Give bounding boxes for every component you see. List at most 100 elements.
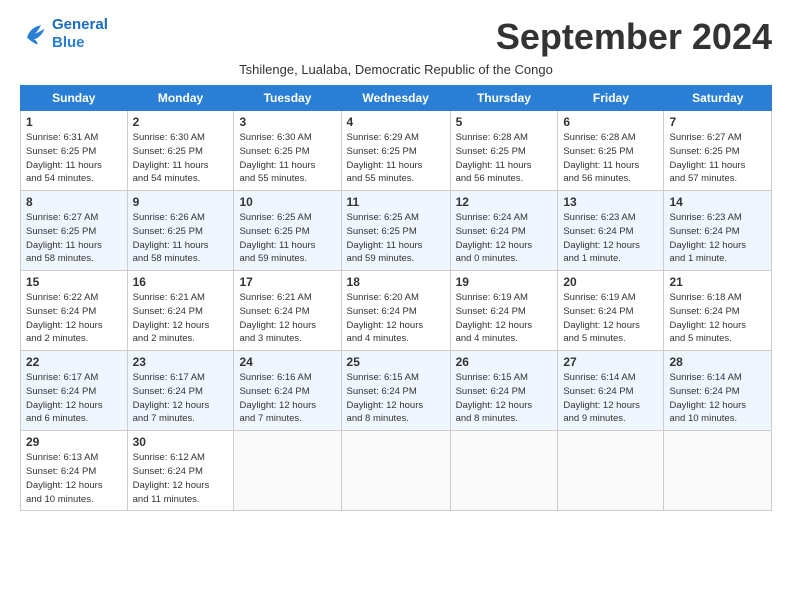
day-info: Sunrise: 6:28 AM Sunset: 6:25 PM Dayligh… <box>456 131 553 186</box>
calendar-cell: 19 Sunrise: 6:19 AM Sunset: 6:24 PM Dayli… <box>450 271 558 351</box>
day-number: 29 <box>26 435 122 449</box>
day-info: Sunrise: 6:27 AM Sunset: 6:25 PM Dayligh… <box>26 211 122 266</box>
calendar-cell: 20 Sunrise: 6:19 AM Sunset: 6:24 PM Dayli… <box>558 271 664 351</box>
calendar-cell: 23 Sunrise: 6:17 AM Sunset: 6:24 PM Dayli… <box>127 351 234 431</box>
calendar-cell: 6 Sunrise: 6:28 AM Sunset: 6:25 PM Daylig… <box>558 111 664 191</box>
calendar-cell: 11 Sunrise: 6:25 AM Sunset: 6:25 PM Dayli… <box>341 191 450 271</box>
day-info: Sunrise: 6:17 AM Sunset: 6:24 PM Dayligh… <box>26 371 122 426</box>
calendar-cell: 12 Sunrise: 6:24 AM Sunset: 6:24 PM Dayli… <box>450 191 558 271</box>
day-info: Sunrise: 6:20 AM Sunset: 6:24 PM Dayligh… <box>347 291 445 346</box>
calendar-cell: 8 Sunrise: 6:27 AM Sunset: 6:25 PM Daylig… <box>21 191 128 271</box>
day-info: Sunrise: 6:16 AM Sunset: 6:24 PM Dayligh… <box>239 371 335 426</box>
calendar-week-row: 15 Sunrise: 6:22 AM Sunset: 6:24 PM Dayli… <box>21 271 772 351</box>
day-number: 19 <box>456 275 553 289</box>
calendar-cell: 29 Sunrise: 6:13 AM Sunset: 6:24 PM Dayli… <box>21 431 128 511</box>
calendar-cell: 17 Sunrise: 6:21 AM Sunset: 6:24 PM Dayli… <box>234 271 341 351</box>
calendar-header-row: SundayMondayTuesdayWednesdayThursdayFrid… <box>21 86 772 111</box>
calendar-cell <box>558 431 664 511</box>
day-number: 20 <box>563 275 658 289</box>
day-number: 11 <box>347 195 445 209</box>
day-info: Sunrise: 6:23 AM Sunset: 6:24 PM Dayligh… <box>669 211 766 266</box>
day-number: 5 <box>456 115 553 129</box>
calendar-header-monday: Monday <box>127 86 234 111</box>
calendar-week-row: 29 Sunrise: 6:13 AM Sunset: 6:24 PM Dayli… <box>21 431 772 511</box>
month-title: September 2024 <box>496 16 772 58</box>
day-number: 8 <box>26 195 122 209</box>
day-number: 15 <box>26 275 122 289</box>
location-subtitle: Tshilenge, Lualaba, Democratic Republic … <box>20 62 772 77</box>
day-info: Sunrise: 6:28 AM Sunset: 6:25 PM Dayligh… <box>563 131 658 186</box>
calendar-cell: 22 Sunrise: 6:17 AM Sunset: 6:24 PM Dayli… <box>21 351 128 431</box>
calendar-week-row: 22 Sunrise: 6:17 AM Sunset: 6:24 PM Dayli… <box>21 351 772 431</box>
logo-bird-icon <box>20 20 48 48</box>
calendar-cell: 30Sunrise: 6:12 AM Sunset: 6:24 PM Dayli… <box>127 431 234 511</box>
calendar-table: SundayMondayTuesdayWednesdayThursdayFrid… <box>20 85 772 511</box>
day-number: 27 <box>563 355 658 369</box>
day-info: Sunrise: 6:23 AM Sunset: 6:24 PM Dayligh… <box>563 211 658 266</box>
calendar-week-row: 1Sunrise: 6:31 AM Sunset: 6:25 PM Daylig… <box>21 111 772 191</box>
day-info: Sunrise: 6:13 AM Sunset: 6:24 PM Dayligh… <box>26 451 122 506</box>
calendar-cell: 26 Sunrise: 6:15 AM Sunset: 6:24 PM Dayli… <box>450 351 558 431</box>
calendar-header-sunday: Sunday <box>21 86 128 111</box>
logo: General Blue <box>20 16 108 52</box>
day-info: Sunrise: 6:22 AM Sunset: 6:24 PM Dayligh… <box>26 291 122 346</box>
day-info: Sunrise: 6:29 AM Sunset: 6:25 PM Dayligh… <box>347 131 445 186</box>
day-number: 22 <box>26 355 122 369</box>
calendar-cell: 25 Sunrise: 6:15 AM Sunset: 6:24 PM Dayli… <box>341 351 450 431</box>
day-info: Sunrise: 6:30 AM Sunset: 6:25 PM Dayligh… <box>239 131 335 186</box>
calendar-header-saturday: Saturday <box>664 86 772 111</box>
calendar-cell: 3 Sunrise: 6:30 AM Sunset: 6:25 PM Daylig… <box>234 111 341 191</box>
day-info: Sunrise: 6:25 AM Sunset: 6:25 PM Dayligh… <box>239 211 335 266</box>
calendar-header-friday: Friday <box>558 86 664 111</box>
day-number: 6 <box>563 115 658 129</box>
calendar-cell <box>664 431 772 511</box>
day-info: Sunrise: 6:15 AM Sunset: 6:24 PM Dayligh… <box>347 371 445 426</box>
day-number: 21 <box>669 275 766 289</box>
day-info: Sunrise: 6:19 AM Sunset: 6:24 PM Dayligh… <box>563 291 658 346</box>
calendar-cell: 5 Sunrise: 6:28 AM Sunset: 6:25 PM Daylig… <box>450 111 558 191</box>
calendar-cell: 2Sunrise: 6:30 AM Sunset: 6:25 PM Daylig… <box>127 111 234 191</box>
calendar-week-row: 8 Sunrise: 6:27 AM Sunset: 6:25 PM Daylig… <box>21 191 772 271</box>
calendar-cell: 7Sunrise: 6:27 AM Sunset: 6:25 PM Daylig… <box>664 111 772 191</box>
day-number: 17 <box>239 275 335 289</box>
calendar-cell <box>450 431 558 511</box>
calendar-cell <box>341 431 450 511</box>
calendar-cell: 18Sunrise: 6:20 AM Sunset: 6:24 PM Dayli… <box>341 271 450 351</box>
day-info: Sunrise: 6:18 AM Sunset: 6:24 PM Dayligh… <box>669 291 766 346</box>
day-info: Sunrise: 6:17 AM Sunset: 6:24 PM Dayligh… <box>133 371 229 426</box>
day-number: 12 <box>456 195 553 209</box>
day-info: Sunrise: 6:21 AM Sunset: 6:24 PM Dayligh… <box>239 291 335 346</box>
calendar-cell: 14 Sunrise: 6:23 AM Sunset: 6:24 PM Dayli… <box>664 191 772 271</box>
calendar-header-wednesday: Wednesday <box>341 86 450 111</box>
day-number: 23 <box>133 355 229 369</box>
calendar-cell: 1Sunrise: 6:31 AM Sunset: 6:25 PM Daylig… <box>21 111 128 191</box>
day-info: Sunrise: 6:25 AM Sunset: 6:25 PM Dayligh… <box>347 211 445 266</box>
day-number: 26 <box>456 355 553 369</box>
day-number: 14 <box>669 195 766 209</box>
day-number: 3 <box>239 115 335 129</box>
day-number: 30 <box>133 435 229 449</box>
day-info: Sunrise: 6:24 AM Sunset: 6:24 PM Dayligh… <box>456 211 553 266</box>
logo-text: General Blue <box>52 16 108 52</box>
calendar-header-tuesday: Tuesday <box>234 86 341 111</box>
day-number: 4 <box>347 115 445 129</box>
day-number: 10 <box>239 195 335 209</box>
day-number: 28 <box>669 355 766 369</box>
day-info: Sunrise: 6:26 AM Sunset: 6:25 PM Dayligh… <box>133 211 229 266</box>
day-number: 1 <box>26 115 122 129</box>
calendar-cell: 27 Sunrise: 6:14 AM Sunset: 6:24 PM Dayli… <box>558 351 664 431</box>
day-info: Sunrise: 6:19 AM Sunset: 6:24 PM Dayligh… <box>456 291 553 346</box>
day-number: 25 <box>347 355 445 369</box>
day-number: 7 <box>669 115 766 129</box>
calendar-cell: 16Sunrise: 6:21 AM Sunset: 6:24 PM Dayli… <box>127 271 234 351</box>
day-info: Sunrise: 6:14 AM Sunset: 6:24 PM Dayligh… <box>563 371 658 426</box>
day-info: Sunrise: 6:14 AM Sunset: 6:24 PM Dayligh… <box>669 371 766 426</box>
calendar-cell: 10 Sunrise: 6:25 AM Sunset: 6:25 PM Dayli… <box>234 191 341 271</box>
calendar-cell: 15 Sunrise: 6:22 AM Sunset: 6:24 PM Dayli… <box>21 271 128 351</box>
day-info: Sunrise: 6:15 AM Sunset: 6:24 PM Dayligh… <box>456 371 553 426</box>
day-info: Sunrise: 6:30 AM Sunset: 6:25 PM Dayligh… <box>133 131 229 186</box>
calendar-header-thursday: Thursday <box>450 86 558 111</box>
calendar-cell: 28 Sunrise: 6:14 AM Sunset: 6:24 PM Dayli… <box>664 351 772 431</box>
day-number: 9 <box>133 195 229 209</box>
page-header: General Blue September 2024 <box>20 16 772 58</box>
